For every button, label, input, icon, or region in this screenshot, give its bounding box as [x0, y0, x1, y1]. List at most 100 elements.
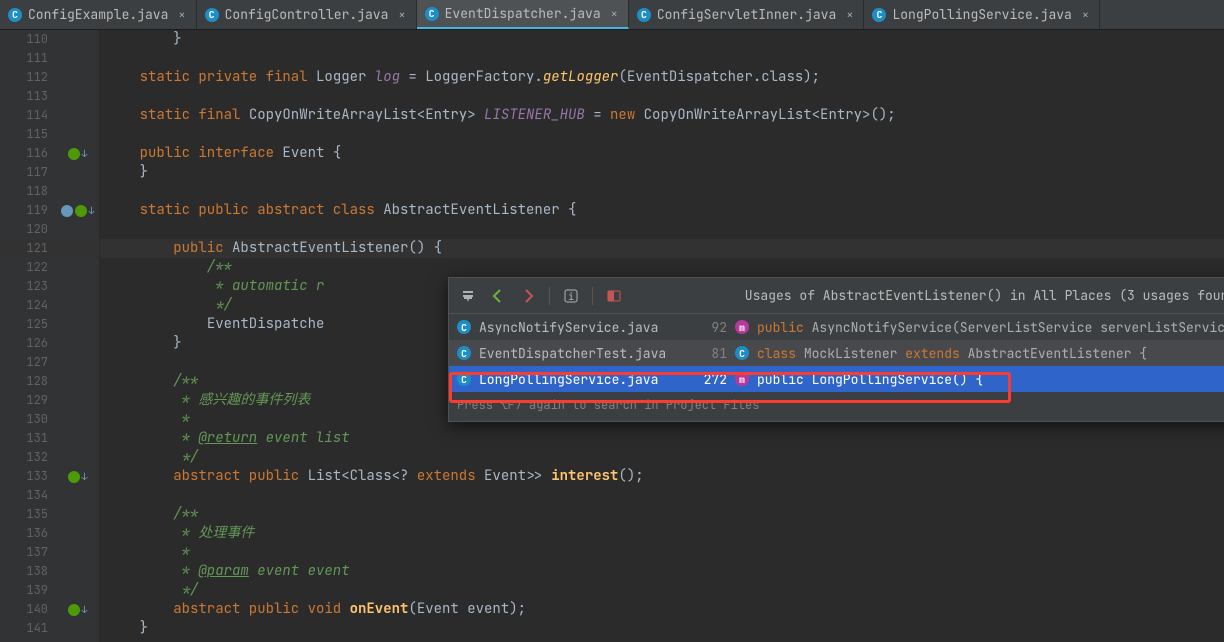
java-class-icon: C	[205, 8, 219, 22]
line-number: 120	[0, 220, 56, 239]
tab-config-example[interactable]: C ConfigExample.java ×	[0, 0, 197, 29]
separator	[592, 287, 593, 305]
kw: abstract public void	[173, 600, 349, 619]
javadoc: * automatic r	[106, 277, 324, 296]
marker-cell	[56, 524, 99, 543]
usage-line: 272	[697, 370, 727, 389]
line-number: 135	[0, 505, 56, 524]
marker-cell	[56, 543, 99, 562]
separator	[549, 287, 550, 305]
code-text	[106, 106, 140, 125]
tab-label: ConfigExample.java	[28, 6, 168, 23]
marker-cell	[56, 220, 99, 239]
type: Event>>	[484, 467, 551, 486]
marker-cell	[56, 562, 99, 581]
filter-icon[interactable]	[603, 285, 625, 307]
method: getLogger	[543, 68, 619, 87]
has-implementations-icon[interactable]	[61, 205, 73, 217]
marker-cell	[56, 68, 99, 87]
kw: extends	[417, 467, 484, 486]
tab-label: LongPollingService.java	[892, 6, 1071, 23]
tab-event-dispatcher[interactable]: C EventDispatcher.java ×	[417, 0, 629, 29]
tab-config-controller[interactable]: C ConfigController.java ×	[197, 0, 417, 29]
javadoc: */	[106, 296, 232, 315]
line-number: 129	[0, 391, 56, 410]
kw: static private final	[140, 68, 316, 87]
usage-line: 81	[697, 344, 727, 363]
tab-long-polling-service[interactable]: C LongPollingService.java ×	[864, 0, 1100, 29]
method-icon: m	[735, 372, 749, 386]
code-editor: 1101111121131141151161171181191201211221…	[0, 30, 1224, 642]
marker-cell	[56, 410, 99, 429]
line-number: 122	[0, 258, 56, 277]
usage-file: LongPollingService.java	[479, 370, 689, 389]
marker-cell	[56, 182, 99, 201]
usage-row[interactable]: C LongPollingService.java 272 m public L…	[449, 366, 1224, 392]
javadoc: */	[106, 581, 198, 600]
kw: new	[610, 106, 644, 125]
marker-cell	[56, 49, 99, 68]
code-text: CopyOnWriteArrayList<Entry>();	[644, 106, 896, 125]
java-class-icon: C	[457, 346, 471, 360]
usage-row[interactable]: C EventDispatcherTest.java 81 C class Mo…	[449, 340, 1224, 366]
prev-occurrence-icon[interactable]	[487, 285, 509, 307]
open-find-toolwindow-icon[interactable]	[457, 285, 479, 307]
info-icon[interactable]: i	[560, 285, 582, 307]
popup-hint: Press ⌥F7 again to search in Project Fil…	[449, 392, 1224, 421]
type: List<Class<?	[308, 467, 417, 486]
close-icon[interactable]: ×	[398, 7, 405, 23]
line-number: 132	[0, 448, 56, 467]
method: interest	[551, 467, 618, 486]
line-number: 110	[0, 30, 56, 49]
code-text: (EventDispatcher.class);	[618, 68, 820, 87]
line-number: 115	[0, 125, 56, 144]
line-number: 126	[0, 334, 56, 353]
marker-gutter: ↓↓↓↓	[56, 30, 100, 642]
marker-cell: ↓	[56, 467, 99, 486]
close-icon[interactable]: ×	[611, 6, 618, 22]
code-text: }	[106, 334, 182, 353]
close-icon[interactable]: ×	[846, 7, 853, 23]
marker-cell: ↓	[56, 600, 99, 619]
usages-popup: i Usages of AbstractEventListener() in A…	[448, 277, 1224, 422]
line-number: 119	[0, 201, 56, 220]
implemented-icon[interactable]	[68, 471, 80, 483]
kw: abstract public	[173, 467, 307, 486]
code-text	[106, 68, 140, 87]
java-class-icon: C	[425, 7, 439, 21]
javadoc-tag: @return	[198, 429, 257, 448]
arrow-down-icon: ↓	[89, 201, 95, 220]
svg-text:i: i	[568, 290, 574, 303]
close-icon[interactable]: ×	[178, 7, 185, 23]
line-number: 140	[0, 600, 56, 619]
line-number: 123	[0, 277, 56, 296]
editor-tab-bar: C ConfigExample.java × C ConfigControlle…	[0, 0, 1224, 30]
marker-cell	[56, 486, 99, 505]
marker-cell	[56, 619, 99, 638]
popup-title: Usages of AbstractEventListener() in All…	[745, 286, 1224, 305]
implemented-icon[interactable]	[68, 604, 80, 616]
line-number: 118	[0, 182, 56, 201]
field: log	[375, 68, 400, 87]
usage-signature: class MockListener extends AbstractEvent…	[757, 344, 1147, 363]
kw: static final	[140, 106, 249, 125]
marker-cell	[56, 315, 99, 334]
marker-cell	[56, 125, 99, 144]
code-text: () {	[408, 239, 442, 258]
code-text: {	[333, 144, 341, 163]
code-text: = LoggerFactory.	[400, 68, 543, 87]
next-occurrence-icon[interactable]	[517, 285, 539, 307]
line-number: 121	[0, 239, 56, 258]
javadoc: * 处理事件	[106, 524, 254, 543]
marker-cell: ↓	[56, 201, 99, 220]
javadoc: *	[106, 429, 198, 448]
implemented-icon[interactable]	[75, 205, 87, 217]
line-number: 139	[0, 581, 56, 600]
type: CopyOnWriteArrayList<Entry>	[249, 106, 484, 125]
code-text	[106, 600, 173, 619]
usage-row[interactable]: C AsyncNotifyService.java 92 m public As…	[449, 314, 1224, 340]
implemented-icon[interactable]	[68, 148, 80, 160]
tab-config-servlet-inner[interactable]: C ConfigServletInner.java ×	[629, 0, 865, 29]
close-icon[interactable]: ×	[1082, 7, 1089, 23]
code-area[interactable]: } static private final Logger log = Logg…	[100, 30, 1224, 642]
